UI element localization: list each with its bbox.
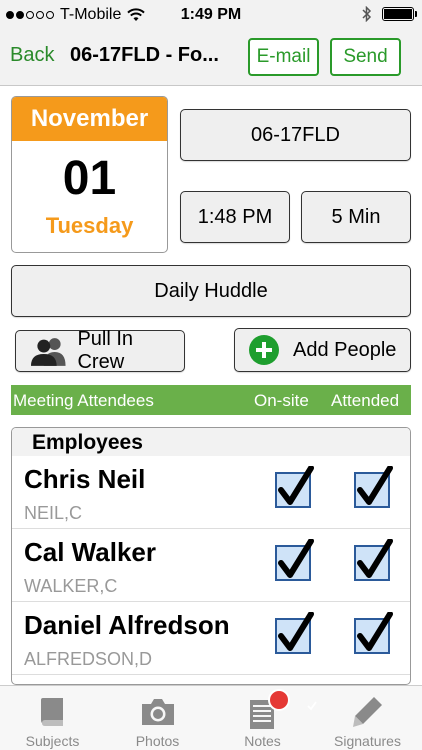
employee-row[interactable]: Chris Neil NEIL,C	[12, 456, 410, 529]
tab-label: Notes	[244, 733, 281, 749]
checkmark-icon	[278, 612, 314, 651]
project-button[interactable]: 06-17FLD	[180, 109, 411, 161]
checkmark-icon	[278, 539, 314, 578]
calendar-month: November	[12, 97, 167, 141]
checkmark-icon	[357, 612, 393, 651]
employee-code: WALKER,C	[24, 576, 118, 596]
back-button[interactable]: Back	[10, 44, 54, 67]
meeting-type-button[interactable]: Daily Huddle	[11, 265, 411, 317]
status-bar: T-Mobile 1:49 PM	[0, 0, 422, 30]
pull-in-crew-label: Pull In Crew	[77, 328, 134, 373]
employees-section-header: Employees	[12, 428, 410, 456]
tab-notes[interactable]: Notes	[210, 686, 317, 750]
page-title: 06-17FLD - Fo...	[70, 44, 219, 66]
add-icon	[249, 335, 279, 365]
checkmark-icon	[357, 539, 393, 578]
employee-name: Cal Walker	[24, 537, 156, 567]
duration-button[interactable]: 5 Min	[301, 191, 411, 243]
attendees-title: Meeting Attendees	[13, 391, 154, 410]
employee-name: Daniel Alfredson	[24, 610, 230, 640]
attendees-header: Meeting Attendees On-site Attended	[11, 385, 411, 415]
pull-in-crew-button[interactable]: Pull In Crew	[15, 328, 185, 373]
tab-label: Signatures	[334, 733, 401, 749]
onsite-checkbox[interactable]	[275, 539, 314, 581]
email-button[interactable]: E-mail	[248, 38, 319, 76]
onsite-checkbox[interactable]	[275, 612, 314, 654]
tab-label: Photos	[135, 733, 180, 749]
attended-checkbox[interactable]	[354, 539, 393, 581]
checkmark-icon	[278, 466, 314, 505]
employee-code: ALFREDSON,D	[24, 649, 153, 669]
attended-checkbox[interactable]	[354, 466, 393, 508]
calendar-weekday: Tuesday	[45, 213, 134, 238]
tab-bar: Subjects Photos Notes Signatures	[0, 685, 422, 750]
checkmark-icon	[357, 466, 393, 505]
calendar-day: 01	[62, 152, 117, 205]
employee-name: Chris Neil	[24, 464, 146, 494]
add-people-label: Add People	[293, 338, 397, 361]
employee-code: NEIL,C	[24, 503, 83, 523]
pencil-icon	[353, 697, 382, 727]
tab-signatures[interactable]: Signatures	[315, 686, 420, 750]
employee-row[interactable]: Cal Walker WALKER,C	[12, 529, 410, 602]
send-button[interactable]: Send	[330, 38, 401, 76]
employee-row[interactable]: Daniel Alfredson ALFREDSON,D	[12, 602, 410, 675]
status-right	[362, 6, 417, 22]
tab-label: Subjects	[25, 733, 80, 749]
time-button[interactable]: 1:48 PM	[180, 191, 290, 243]
navigation-bar: Back 06-17FLD - Fo... E-mail Send	[0, 30, 422, 86]
book-icon	[41, 698, 63, 726]
battery-icon	[382, 7, 417, 21]
onsite-column-header: On-site	[254, 391, 309, 410]
date-picker-tile[interactable]: November 01 Tuesday	[11, 96, 168, 253]
attended-checkbox[interactable]	[354, 612, 393, 654]
camera-icon	[142, 699, 174, 725]
crew-icon	[30, 338, 66, 366]
status-time: 1:49 PM	[180, 6, 242, 23]
onsite-checkbox[interactable]	[275, 466, 314, 508]
tab-subjects[interactable]: Subjects	[0, 686, 105, 750]
tab-photos[interactable]: Photos	[105, 686, 210, 750]
attended-column-header: Attended	[331, 391, 400, 410]
bluetooth-icon	[362, 6, 372, 22]
attendees-list[interactable]: Employees Chris Neil NEIL,C Cal Walker W…	[11, 427, 411, 685]
notes-badge	[268, 689, 317, 711]
add-people-button[interactable]: Add People	[234, 328, 411, 372]
